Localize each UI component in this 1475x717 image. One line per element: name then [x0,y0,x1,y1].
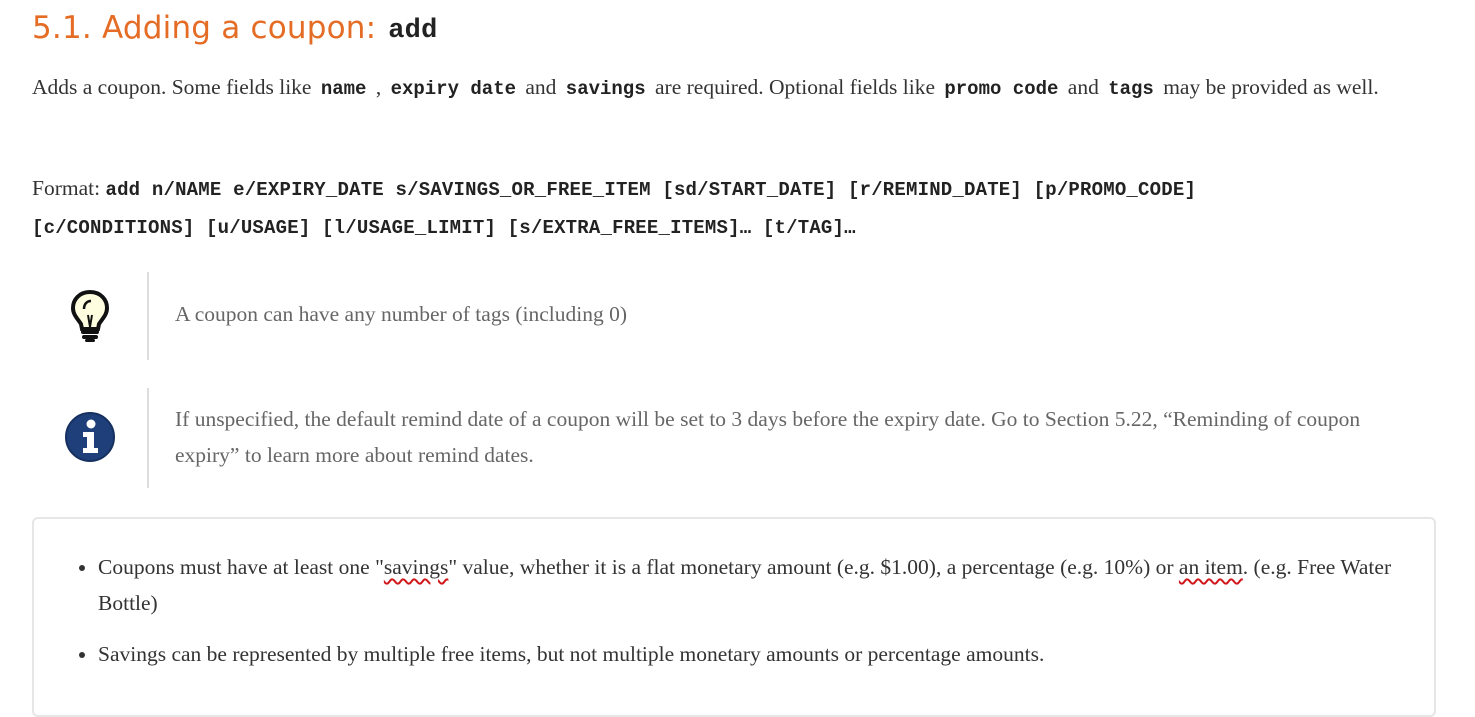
list-item: Savings can be represented by multiple f… [98,636,1438,672]
spellcheck-word[interactable]: an item [1179,555,1243,579]
field-name: name [320,78,367,100]
list-item-text: " value, whether it is a flat monetary a… [448,555,1179,579]
list-item-text: Coupons must have at least one " [98,555,384,579]
format-paragraph: Format: add n/NAME e/EXPIRY_DATE s/SAVIN… [32,170,1362,246]
list-item: Coupons must have at least one "savings"… [98,549,1438,621]
lightbulb-icon [70,289,110,342]
tip-admonition: A coupon can have any number of tags (in… [32,272,1440,360]
format-label: Format: [32,176,101,200]
admonition-divider [147,388,149,488]
intro-text: may be provided as well. [1157,75,1379,99]
rules-list: Coupons must have at least one "savings"… [34,549,1438,687]
spellcheck-word[interactable]: savings [384,555,449,579]
intro-text: and [520,75,562,99]
field-expiry-date: expiry date [390,78,516,100]
section-title: 5.1. Adding a coupon: [32,10,377,46]
info-icon [65,412,115,462]
admonition-divider [147,272,149,360]
field-tags: tags [1108,78,1154,100]
format-syntax: add n/NAME e/EXPIRY_DATE s/SAVINGS_OR_FR… [32,179,1197,239]
intro-paragraph: Adds a coupon. Some fields like name , e… [32,69,1440,107]
field-savings: savings [565,78,646,100]
note-admonition: If unspecified, the default remind date … [32,388,1440,488]
intro-text: Adds a coupon. Some fields like [32,75,317,99]
section-heading: 5.1. Adding a coupon: add [32,10,441,46]
command-name: add [388,16,438,46]
intro-text: , [370,75,387,99]
field-promo-code: promo code [944,78,1059,100]
rules-box: Coupons must have at least one "savings"… [32,517,1436,717]
intro-text: are required. Optional fields like [649,75,941,99]
tip-text: A coupon can have any number of tags (in… [175,302,627,326]
intro-text: and [1062,75,1105,99]
note-text: If unspecified, the default remind date … [175,407,1361,467]
